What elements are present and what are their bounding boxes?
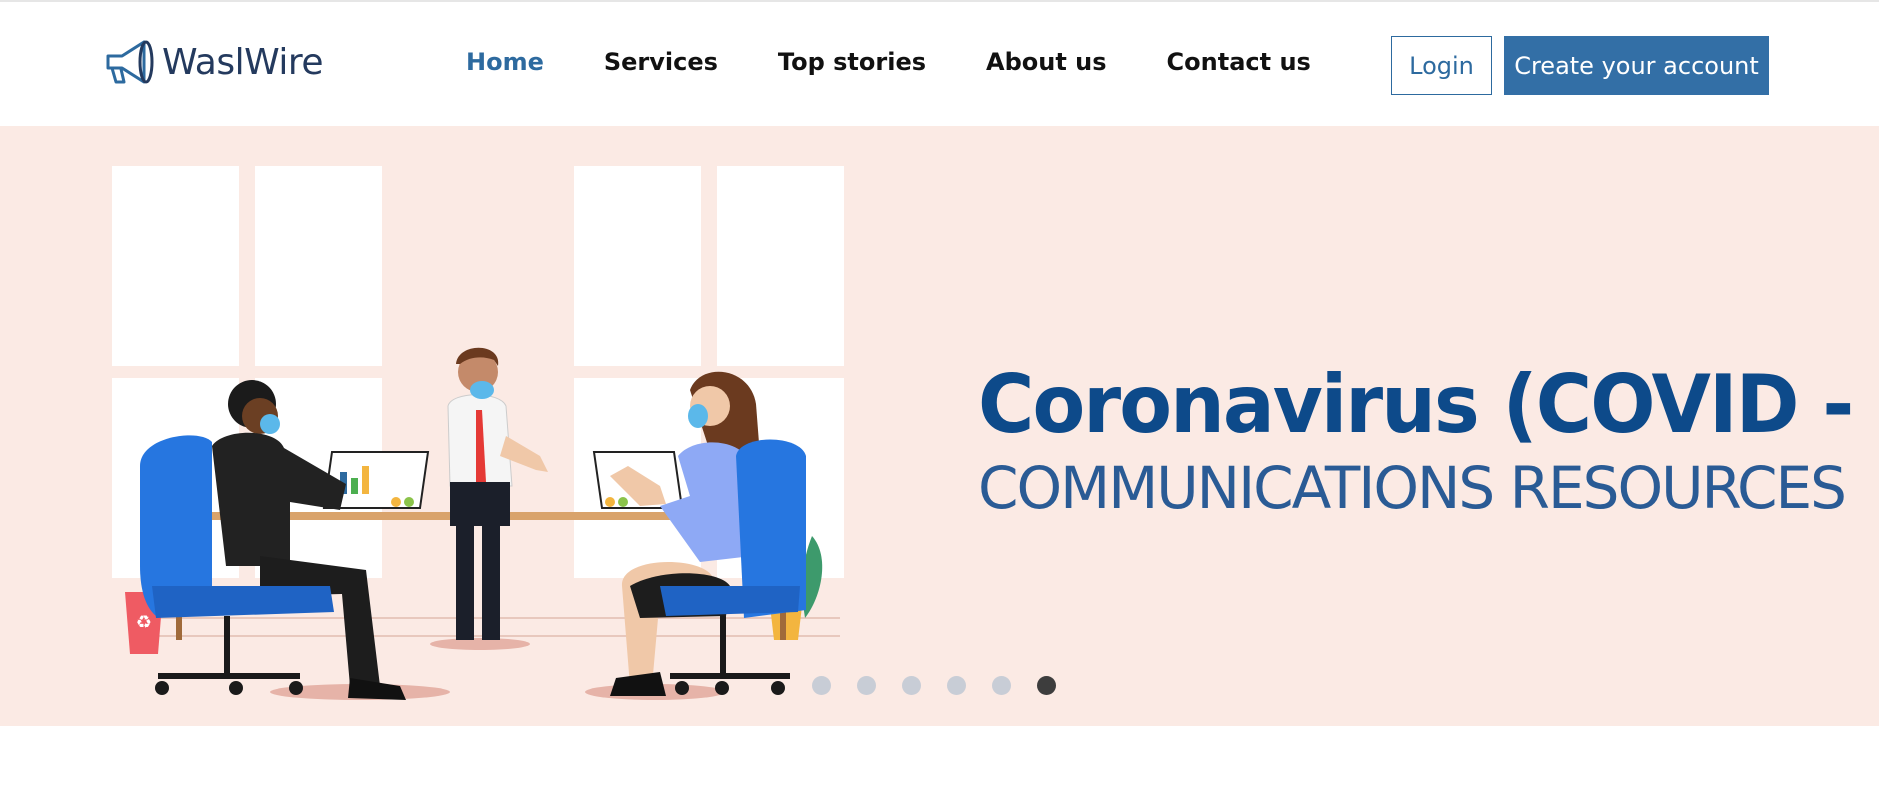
office-meeting-illustration: ♻: [112, 166, 844, 700]
nav-top-stories[interactable]: Top stories: [778, 48, 926, 76]
carousel-dot-2[interactable]: [857, 676, 876, 695]
carousel-dot-5[interactable]: [992, 676, 1011, 695]
brand-name: WaslWire: [162, 41, 324, 83]
logo[interactable]: WaslWire: [100, 32, 324, 92]
nav-services[interactable]: Services: [604, 48, 718, 76]
carousel-dot-3[interactable]: [902, 676, 921, 695]
megaphone-icon: [106, 40, 154, 84]
main-nav: Home Services Top stories About us Conta…: [466, 48, 1371, 76]
site-header: WaslWire Home Services Top stories About…: [0, 2, 1879, 126]
svg-text:♻: ♻: [136, 612, 152, 633]
carousel-dot-4[interactable]: [947, 676, 966, 695]
login-button[interactable]: Login: [1391, 36, 1492, 95]
carousel-dots: [812, 676, 1082, 695]
create-account-button[interactable]: Create your account: [1504, 36, 1769, 95]
nav-contact-us[interactable]: Contact us: [1167, 48, 1311, 76]
carousel-dot-1[interactable]: [812, 676, 831, 695]
carousel-dot-6[interactable]: [1037, 676, 1056, 695]
hero-headline: Coronavirus (COVID - 19): [978, 358, 1879, 451]
hero-banner: ♻ Coronavirus (COVID - COMMUNICATIONS RE…: [0, 126, 1879, 726]
hero-subheadline: COMMUNICATIONS RESOURCES: [978, 454, 1847, 522]
nav-about-us[interactable]: About us: [986, 48, 1107, 76]
nav-home[interactable]: Home: [466, 48, 544, 76]
